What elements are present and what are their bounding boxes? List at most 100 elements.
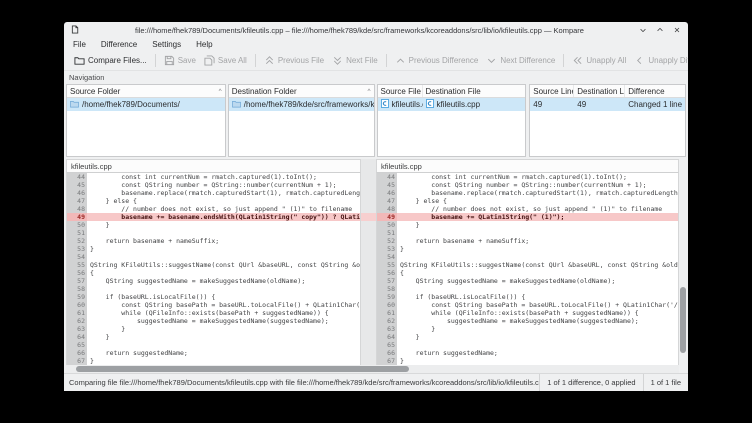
save-button[interactable]: Save: [160, 53, 200, 68]
code-line: 60 const QString basePath = baseURL.toLo…: [377, 301, 678, 309]
line-number: 66: [67, 349, 87, 357]
line-number: 61: [377, 309, 397, 317]
code-text: QString suggestedName = makeSuggestedNam…: [397, 277, 678, 285]
code-line: 52 return basename + nameSuffix;: [377, 237, 678, 245]
line-number: 57: [377, 277, 397, 285]
code-line: 64 }: [67, 333, 360, 341]
code-line: 48 // number does not exist, so just app…: [67, 205, 360, 213]
line-number: 60: [377, 301, 397, 309]
line-number: 50: [67, 221, 87, 229]
next-difference-button[interactable]: Next Difference: [482, 53, 559, 68]
unapply-all-button[interactable]: Unapply All: [568, 53, 630, 68]
code-line: 51: [67, 229, 360, 237]
line-number: 48: [377, 205, 397, 213]
code-line: 65: [67, 341, 360, 349]
code-line: 51: [377, 229, 678, 237]
menu-settings[interactable]: Settings: [152, 40, 181, 49]
column-header-source-file[interactable]: Source File ^: [378, 85, 423, 97]
lines-row[interactable]: 49 49 Changed 1 line: [530, 98, 685, 111]
line-number: 67: [67, 357, 87, 365]
next-file-button[interactable]: Next File: [328, 53, 382, 68]
line-number: 45: [377, 181, 397, 189]
code-line: 61 while (QFileInfo::exists(basePath + s…: [377, 309, 678, 317]
code-text: basename.replace(rmatch.capturedStart(1)…: [87, 189, 360, 197]
code-text: [87, 341, 360, 349]
column-header-destination-folder[interactable]: Destination Folder ^: [229, 85, 374, 97]
titlebar[interactable]: file:///home/fhek789/Documents/kfileutil…: [64, 22, 688, 38]
toolbar-separator: [155, 54, 156, 67]
line-number: 47: [377, 197, 397, 205]
line-number: 65: [377, 341, 397, 349]
column-header-source-line[interactable]: Source Line ^: [530, 85, 574, 97]
code-text: }: [87, 333, 360, 341]
previous-file-button[interactable]: Previous File: [260, 53, 328, 68]
code-line: 49 basename += QLatin1String(" (1)");: [377, 213, 678, 221]
folder-compare-icon: [74, 55, 85, 66]
save-all-button[interactable]: Save All: [200, 53, 251, 68]
close-button[interactable]: [673, 26, 681, 34]
right-code-lines: 44 const int currentNum = rmatch.capture…: [376, 173, 679, 365]
destination-pane-header: kfileutils.cpp: [376, 159, 679, 173]
column-header-difference[interactable]: Difference: [625, 85, 685, 97]
cpp-file-icon: [426, 99, 434, 110]
code-line: 54: [377, 253, 678, 261]
code-text: }: [87, 221, 360, 229]
menu-file[interactable]: File: [73, 40, 86, 49]
line-number: 48: [67, 205, 87, 213]
code-text: }: [87, 325, 360, 333]
lines-pane: Source Line ^ Destination Lir Difference…: [529, 84, 686, 157]
line-number: 61: [67, 309, 87, 317]
source-folder-row[interactable]: /home/fhek789/Documents/: [67, 98, 225, 111]
vertical-scrollbar[interactable]: [679, 159, 688, 373]
code-line: 48 // number does not exist, so just app…: [377, 205, 678, 213]
empty-area: [378, 111, 526, 156]
code-text: [397, 229, 678, 237]
line-number: 55: [377, 261, 397, 269]
code-text: {: [87, 269, 360, 277]
line-number: 59: [377, 293, 397, 301]
empty-area: [67, 111, 225, 156]
code-line: 65: [377, 341, 678, 349]
compare-files-button[interactable]: Compare Files...: [70, 53, 151, 68]
double-chevron-up-icon: [264, 55, 275, 66]
code-text: const QString number = QString::number(c…: [397, 181, 678, 189]
column-header-source-folder[interactable]: Source Folder ^: [67, 85, 225, 97]
maximize-button[interactable]: [656, 26, 664, 34]
line-number: 63: [377, 325, 397, 333]
difference-count: 1 of 1 difference, 0 applied: [539, 374, 642, 391]
code-text: suggestedName = makeSuggestedName(sugges…: [397, 317, 678, 325]
line-number: 64: [377, 333, 397, 341]
files-row[interactable]: kfileutils.c... kfileutils.cpp: [378, 98, 526, 111]
code-line: 64 }: [377, 333, 678, 341]
code-text: if (baseURL.isLocalFile()) {: [397, 293, 678, 301]
unapply-difference-button[interactable]: Unapply Difference: [630, 53, 688, 68]
menubar: File Difference Settings Help: [64, 38, 688, 51]
horizontal-scrollbar[interactable]: [66, 365, 679, 373]
vertical-scrollbar-thumb[interactable]: [680, 287, 686, 353]
code-text: [87, 285, 360, 293]
minimize-button[interactable]: [639, 26, 647, 34]
horizontal-scrollbar-thumb[interactable]: [76, 366, 409, 372]
menu-difference[interactable]: Difference: [101, 40, 137, 49]
previous-difference-button[interactable]: Previous Difference: [391, 53, 483, 68]
code-text: QString KFileUtils::suggestName(const QU…: [397, 261, 678, 269]
line-number: 62: [377, 317, 397, 325]
column-header-destination-line[interactable]: Destination Lir: [574, 85, 625, 97]
statusbar: Comparing file file:///home/fhek789/Docu…: [64, 373, 688, 391]
destination-diff-pane: kfileutils.cpp 44 const int currentNum =…: [376, 159, 679, 373]
code-line: 57 QString suggestedName = makeSuggested…: [67, 277, 360, 285]
code-line: 61 while (QFileInfo::exists(basePath + s…: [67, 309, 360, 317]
menu-help[interactable]: Help: [196, 40, 212, 49]
column-header-destination-file[interactable]: Destination File: [423, 85, 526, 97]
code-line: 66 return suggestedName;: [67, 349, 360, 357]
line-number: 44: [67, 173, 87, 181]
code-line: 57 QString suggestedName = makeSuggested…: [377, 277, 678, 285]
toolbar-separator: [563, 54, 564, 67]
destination-folder-row[interactable]: /home/fhek789/kde/src/frameworks/kcoread…: [229, 98, 374, 111]
chevron-up-icon: [395, 55, 406, 66]
code-line: 58: [67, 285, 360, 293]
code-text: } else {: [87, 197, 360, 205]
diff-connector: [361, 159, 376, 373]
diff-connection-band: [361, 213, 376, 221]
code-line: 53}: [67, 245, 360, 253]
